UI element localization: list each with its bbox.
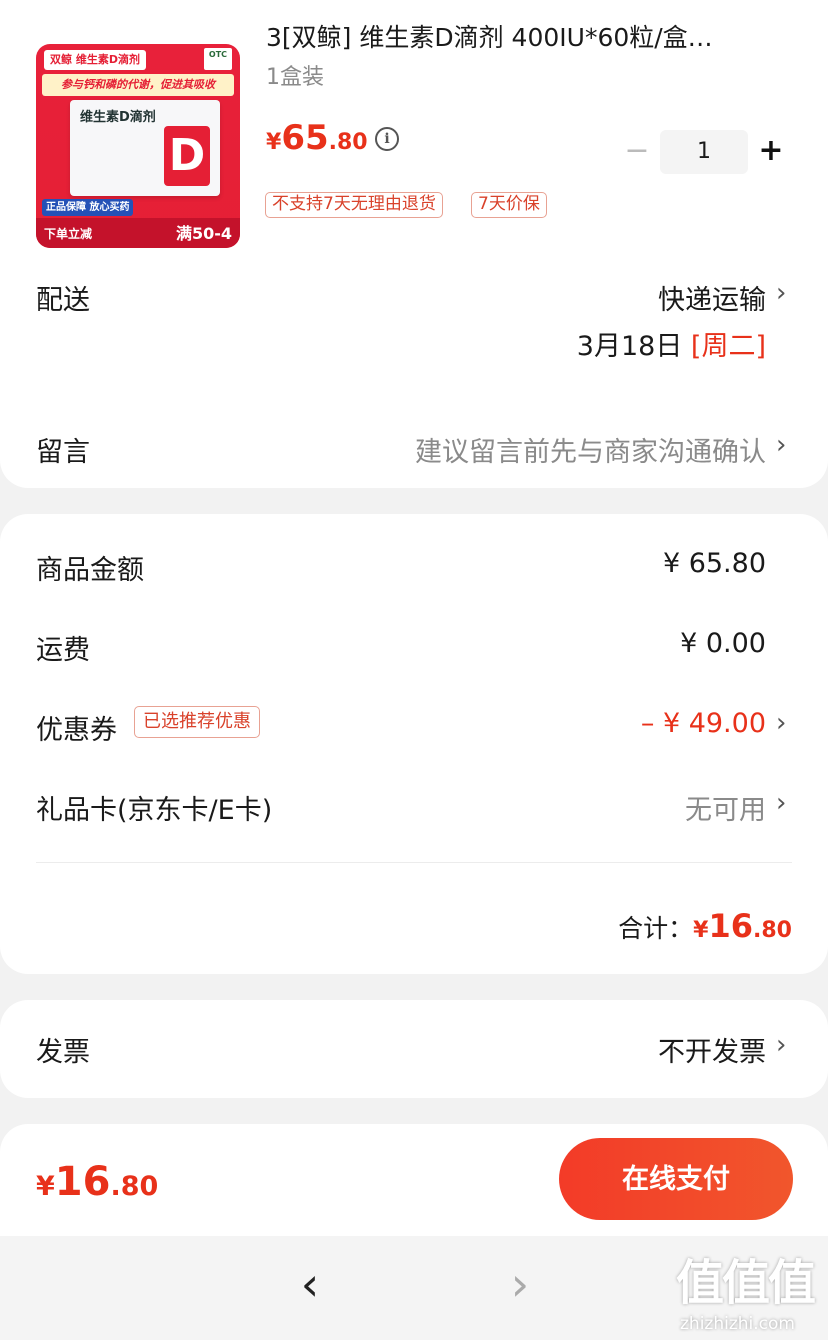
checkout-decimal: .80 (110, 1171, 159, 1202)
watermark-url: zhizhizhi.com (680, 1314, 795, 1334)
coupon-label: 优惠券 (36, 715, 117, 746)
gift-card-chevron-icon[interactable]: › (776, 788, 794, 818)
no-return-tag: 不支持7天无理由退货 (265, 192, 443, 218)
forward-arrow-icon[interactable]: › (500, 1258, 540, 1310)
delivery-date: 3月18日 (576, 331, 683, 362)
delivery-weekday: [周二] (690, 331, 766, 362)
pay-online-button[interactable]: 在线支付 (559, 1138, 793, 1220)
checkout-currency: ¥ (36, 1171, 55, 1202)
message-chevron-icon[interactable]: › (776, 430, 794, 460)
goods-amount-value: ¥ 65.80 (662, 548, 766, 579)
browser-nav-bar: ‹ › 值值值 zhizhizhi.com (0, 1236, 828, 1340)
coupon-selected-tag: 已选推荐优惠 (134, 706, 260, 738)
delivery-chevron-icon[interactable]: › (776, 278, 794, 308)
price-summary-card: 商品金额 ¥ 65.80 运费 ¥ 0.00 优惠券 已选推荐优惠 – ¥ 49… (0, 514, 828, 974)
shipping-label: 运费 (36, 635, 90, 666)
image-slogan: 参与钙和磷的代谢，促进其吸收 (42, 74, 234, 96)
invoice-label: 发票 (36, 1037, 90, 1068)
info-icon[interactable]: i (375, 127, 399, 151)
price-decimal: .80 (328, 130, 368, 155)
order-total: 合计：¥16.80 (618, 906, 792, 952)
watermark: 值值值 zhizhizhi.com (676, 1254, 826, 1338)
gift-card-label: 礼品卡(京东卡/E卡) (36, 795, 273, 826)
box-letter: D (164, 126, 210, 186)
quantity-increase-button[interactable]: + (754, 134, 788, 168)
delivery-label: 配送 (36, 285, 90, 316)
quantity-decrease-button[interactable]: − (622, 136, 652, 166)
delivery-method[interactable]: 快递运输 (658, 278, 766, 317)
order-item-card: 双鲸 维生素D滴剂 OTC 参与钙和磷的代谢，促进其吸收 维生素D滴剂 D 正品… (0, 0, 828, 488)
delivery-date-line[interactable]: 3月18日 [周二] (577, 324, 766, 363)
invoice-value[interactable]: 不开发票 (658, 1030, 766, 1069)
product-price: ¥65.80 (266, 118, 368, 164)
image-promo-b: 满50-4 (175, 224, 232, 243)
shipping-value: ¥ 0.00 (680, 628, 766, 659)
total-label: 合计： (618, 914, 694, 943)
coupon-chevron-icon[interactable]: › (776, 708, 794, 738)
otc-badge: OTC (204, 48, 232, 70)
product-image[interactable]: 双鲸 维生素D滴剂 OTC 参与钙和磷的代谢，促进其吸收 维生素D滴剂 D 正品… (36, 44, 240, 248)
image-promo-a: 下单立减 (44, 227, 93, 241)
message-input[interactable]: 建议留言前先与商家沟通确认 (415, 430, 766, 469)
image-guarantee-badge: 正品保障 放心买药 (42, 199, 134, 216)
product-title[interactable]: 3[双鲸] 维生素D滴剂 400IU*60粒/盒… (266, 18, 796, 54)
gift-card-value[interactable]: 无可用 (685, 788, 766, 827)
invoice-card[interactable]: 发票 不开发票 › (0, 1000, 828, 1098)
summary-divider (36, 862, 792, 863)
product-box-graphic: 维生素D滴剂 D (70, 100, 220, 196)
product-spec: 1盒装 (266, 65, 324, 90)
price-protect-tag: 7天价保 (471, 192, 547, 218)
watermark-logo: 值值值 (676, 1255, 816, 1311)
quantity-input[interactable]: 1 (660, 130, 748, 174)
checkout-total: ¥16.80 (36, 1160, 158, 1212)
price-currency: ¥ (266, 130, 282, 155)
total-integer: 16 (708, 907, 754, 945)
back-arrow-icon[interactable]: ‹ (290, 1258, 330, 1310)
message-label: 留言 (36, 437, 90, 468)
invoice-chevron-icon[interactable]: › (776, 1030, 794, 1060)
box-title: 维生素D滴剂 (80, 110, 156, 125)
checkout-bar: ¥16.80 在线支付 (0, 1124, 828, 1236)
image-brand-label: 双鲸 维生素D滴剂 (44, 50, 146, 70)
total-currency: ¥ (693, 918, 709, 943)
goods-amount-label: 商品金额 (36, 555, 144, 586)
total-decimal: .80 (753, 918, 792, 943)
coupon-value[interactable]: – ¥ 49.00 (641, 708, 766, 739)
price-integer: 65 (281, 118, 329, 158)
checkout-integer: 16 (54, 1159, 111, 1205)
